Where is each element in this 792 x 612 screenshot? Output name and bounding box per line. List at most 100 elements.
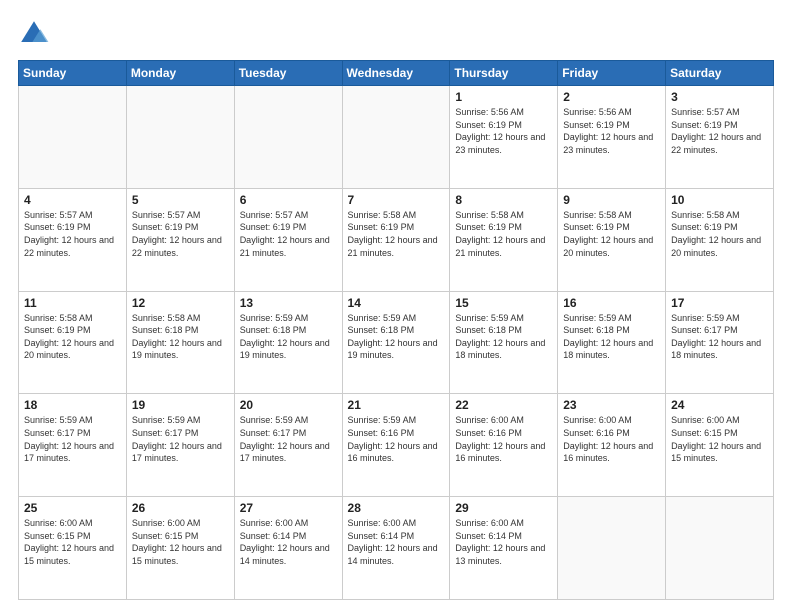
page: SundayMondayTuesdayWednesdayThursdayFrid… [0,0,792,612]
day-number: 21 [348,398,445,412]
day-number: 7 [348,193,445,207]
week-row-3: 11 Sunrise: 5:58 AM Sunset: 6:19 PM Dayli… [19,291,774,394]
day-cell [19,86,127,189]
day-number: 10 [671,193,768,207]
day-cell [126,86,234,189]
day-info: Sunrise: 6:00 AM Sunset: 6:15 PM Dayligh… [132,517,229,567]
day-number: 14 [348,296,445,310]
logo [18,18,54,50]
day-cell: 19 Sunrise: 5:59 AM Sunset: 6:17 PM Dayli… [126,394,234,497]
day-info: Sunrise: 5:58 AM Sunset: 6:19 PM Dayligh… [24,312,121,362]
day-cell: 9 Sunrise: 5:58 AM Sunset: 6:19 PM Daylig… [558,188,666,291]
day-info: Sunrise: 5:58 AM Sunset: 6:19 PM Dayligh… [455,209,552,259]
day-number: 12 [132,296,229,310]
day-cell: 26 Sunrise: 6:00 AM Sunset: 6:15 PM Dayli… [126,497,234,600]
day-number: 24 [671,398,768,412]
day-number: 18 [24,398,121,412]
day-cell: 20 Sunrise: 5:59 AM Sunset: 6:17 PM Dayli… [234,394,342,497]
day-number: 4 [24,193,121,207]
day-number: 28 [348,501,445,515]
day-number: 5 [132,193,229,207]
day-number: 8 [455,193,552,207]
week-row-5: 25 Sunrise: 6:00 AM Sunset: 6:15 PM Dayli… [19,497,774,600]
day-cell: 4 Sunrise: 5:57 AM Sunset: 6:19 PM Daylig… [19,188,127,291]
day-number: 9 [563,193,660,207]
day-number: 25 [24,501,121,515]
day-cell: 29 Sunrise: 6:00 AM Sunset: 6:14 PM Dayli… [450,497,558,600]
calendar-table: SundayMondayTuesdayWednesdayThursdayFrid… [18,60,774,600]
day-cell: 1 Sunrise: 5:56 AM Sunset: 6:19 PM Daylig… [450,86,558,189]
day-number: 11 [24,296,121,310]
day-cell: 17 Sunrise: 5:59 AM Sunset: 6:17 PM Dayli… [666,291,774,394]
day-cell: 10 Sunrise: 5:58 AM Sunset: 6:19 PM Dayli… [666,188,774,291]
logo-icon [18,18,50,50]
day-number: 27 [240,501,337,515]
day-info: Sunrise: 5:57 AM Sunset: 6:19 PM Dayligh… [24,209,121,259]
week-row-4: 18 Sunrise: 5:59 AM Sunset: 6:17 PM Dayli… [19,394,774,497]
day-number: 26 [132,501,229,515]
header [18,18,774,50]
day-cell: 22Sunrise: 6:00 AM Sunset: 6:16 PM Dayli… [450,394,558,497]
day-cell [234,86,342,189]
day-number: 3 [671,90,768,104]
day-cell: 28 Sunrise: 6:00 AM Sunset: 6:14 PM Dayli… [342,497,450,600]
day-info: Sunrise: 5:59 AM Sunset: 6:17 PM Dayligh… [132,414,229,464]
day-cell [558,497,666,600]
day-cell: 8 Sunrise: 5:58 AM Sunset: 6:19 PM Daylig… [450,188,558,291]
day-cell: 18 Sunrise: 5:59 AM Sunset: 6:17 PM Dayli… [19,394,127,497]
day-cell: 14Sunrise: 5:59 AM Sunset: 6:18 PM Dayli… [342,291,450,394]
day-number: 13 [240,296,337,310]
day-number: 23 [563,398,660,412]
day-info: Sunrise: 5:59 AM Sunset: 6:18 PM Dayligh… [240,312,337,362]
weekday-friday: Friday [558,61,666,86]
day-info: Sunrise: 6:00 AM Sunset: 6:14 PM Dayligh… [455,517,552,567]
day-info: Sunrise: 6:00 AM Sunset: 6:14 PM Dayligh… [240,517,337,567]
day-cell: 5Sunrise: 5:57 AM Sunset: 6:19 PM Daylig… [126,188,234,291]
day-info: Sunrise: 6:00 AM Sunset: 6:16 PM Dayligh… [563,414,660,464]
weekday-header-row: SundayMondayTuesdayWednesdayThursdayFrid… [19,61,774,86]
day-info: Sunrise: 5:58 AM Sunset: 6:19 PM Dayligh… [563,209,660,259]
day-number: 16 [563,296,660,310]
day-info: Sunrise: 5:58 AM Sunset: 6:19 PM Dayligh… [671,209,768,259]
day-info: Sunrise: 5:59 AM Sunset: 6:18 PM Dayligh… [563,312,660,362]
day-info: Sunrise: 5:59 AM Sunset: 6:18 PM Dayligh… [455,312,552,362]
day-number: 6 [240,193,337,207]
day-info: Sunrise: 6:00 AM Sunset: 6:15 PM Dayligh… [24,517,121,567]
day-cell: 12 Sunrise: 5:58 AM Sunset: 6:18 PM Dayli… [126,291,234,394]
day-cell: 2Sunrise: 5:56 AM Sunset: 6:19 PM Daylig… [558,86,666,189]
day-info: Sunrise: 5:59 AM Sunset: 6:16 PM Dayligh… [348,414,445,464]
day-cell: 24Sunrise: 6:00 AM Sunset: 6:15 PM Dayli… [666,394,774,497]
day-info: Sunrise: 5:57 AM Sunset: 6:19 PM Dayligh… [671,106,768,156]
day-cell: 27 Sunrise: 6:00 AM Sunset: 6:14 PM Dayli… [234,497,342,600]
weekday-sunday: Sunday [19,61,127,86]
day-cell: 3 Sunrise: 5:57 AM Sunset: 6:19 PM Daylig… [666,86,774,189]
day-number: 19 [132,398,229,412]
day-cell: 7Sunrise: 5:58 AM Sunset: 6:19 PM Daylig… [342,188,450,291]
day-number: 1 [455,90,552,104]
day-info: Sunrise: 5:58 AM Sunset: 6:18 PM Dayligh… [132,312,229,362]
week-row-1: 1 Sunrise: 5:56 AM Sunset: 6:19 PM Daylig… [19,86,774,189]
day-info: Sunrise: 5:59 AM Sunset: 6:17 PM Dayligh… [240,414,337,464]
weekday-saturday: Saturday [666,61,774,86]
day-number: 29 [455,501,552,515]
day-number: 22 [455,398,552,412]
day-number: 15 [455,296,552,310]
day-info: Sunrise: 5:56 AM Sunset: 6:19 PM Dayligh… [455,106,552,156]
day-number: 2 [563,90,660,104]
day-cell: 6 Sunrise: 5:57 AM Sunset: 6:19 PM Daylig… [234,188,342,291]
weekday-monday: Monday [126,61,234,86]
day-number: 17 [671,296,768,310]
day-cell: 23 Sunrise: 6:00 AM Sunset: 6:16 PM Dayli… [558,394,666,497]
day-cell [666,497,774,600]
week-row-2: 4 Sunrise: 5:57 AM Sunset: 6:19 PM Daylig… [19,188,774,291]
day-cell: 21 Sunrise: 5:59 AM Sunset: 6:16 PM Dayli… [342,394,450,497]
day-info: Sunrise: 5:57 AM Sunset: 6:19 PM Dayligh… [240,209,337,259]
day-info: Sunrise: 5:59 AM Sunset: 6:17 PM Dayligh… [24,414,121,464]
day-number: 20 [240,398,337,412]
day-cell: 15 Sunrise: 5:59 AM Sunset: 6:18 PM Dayli… [450,291,558,394]
day-cell: 16 Sunrise: 5:59 AM Sunset: 6:18 PM Dayli… [558,291,666,394]
weekday-thursday: Thursday [450,61,558,86]
weekday-tuesday: Tuesday [234,61,342,86]
day-info: Sunrise: 5:59 AM Sunset: 6:17 PM Dayligh… [671,312,768,362]
day-info: Sunrise: 6:00 AM Sunset: 6:14 PM Dayligh… [348,517,445,567]
